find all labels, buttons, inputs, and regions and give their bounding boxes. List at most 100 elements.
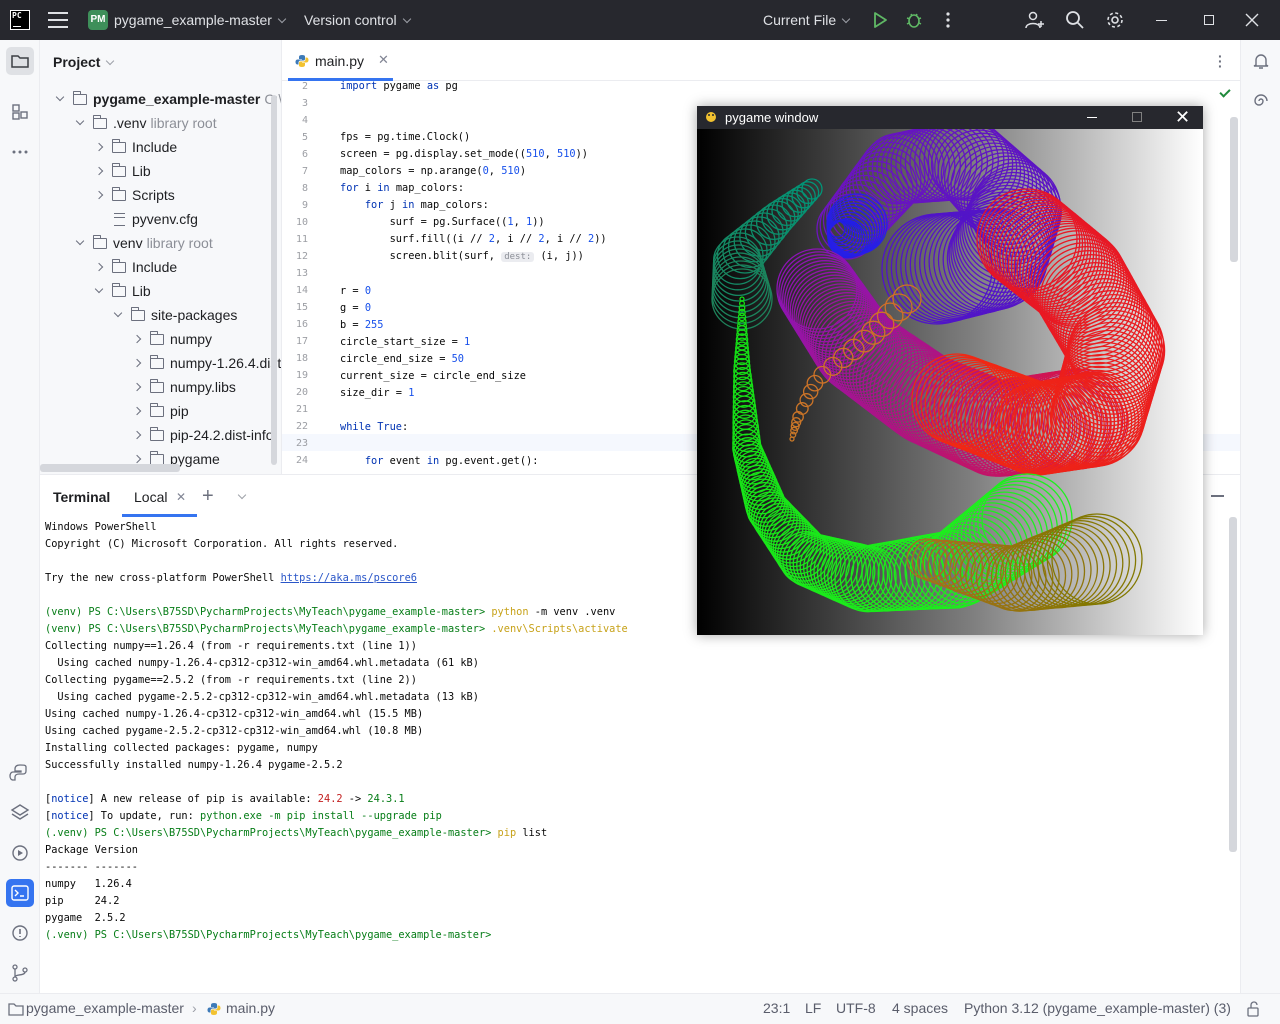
settings-gear-icon[interactable] bbox=[1105, 10, 1125, 30]
add-user-icon[interactable] bbox=[1025, 10, 1045, 30]
project-tool-button[interactable] bbox=[6, 47, 34, 75]
breadcrumb-file[interactable]: main.py bbox=[226, 1000, 275, 1016]
expand-arrow-icon[interactable] bbox=[75, 236, 85, 246]
tree-label: Lib bbox=[132, 163, 151, 179]
window-minimize-icon[interactable] bbox=[1087, 117, 1097, 118]
folder-icon bbox=[93, 114, 107, 129]
window-minimize-icon[interactable] bbox=[1156, 20, 1167, 21]
git-tool-button[interactable] bbox=[6, 959, 34, 987]
breadcrumb-project[interactable]: pygame_example-master bbox=[26, 1000, 184, 1016]
tree-label: pip bbox=[170, 403, 189, 419]
window-maximize-icon[interactable] bbox=[1132, 112, 1142, 122]
problems-icon bbox=[12, 925, 28, 941]
ai-assistant-spiral-icon[interactable] bbox=[1251, 91, 1271, 111]
run-config-selector[interactable]: Current File bbox=[763, 12, 851, 28]
project-badge-icon[interactable]: PM bbox=[88, 10, 108, 30]
expand-arrow-icon[interactable] bbox=[94, 284, 104, 294]
project-panel-header[interactable]: Project bbox=[53, 54, 115, 70]
window-close-icon[interactable]: ✕ bbox=[1175, 107, 1190, 128]
collapse-arrow-icon[interactable] bbox=[132, 358, 142, 368]
close-tab-icon[interactable]: ✕ bbox=[378, 52, 389, 68]
debug-icon[interactable] bbox=[904, 10, 924, 30]
main-menu-icon[interactable] bbox=[48, 12, 68, 28]
expand-arrow-icon[interactable] bbox=[75, 116, 85, 126]
window-restore-icon[interactable] bbox=[1204, 15, 1214, 25]
tree-row-numpy-libs[interactable]: numpy.libs bbox=[132, 375, 236, 399]
project-horizontal-scrollbar[interactable] bbox=[40, 464, 180, 472]
more-tools-button[interactable] bbox=[6, 138, 34, 166]
line-number: 10 bbox=[295, 217, 308, 228]
tree-row-include[interactable]: Include bbox=[94, 135, 178, 159]
line-number: 6 bbox=[301, 149, 308, 160]
collapse-arrow-icon[interactable] bbox=[132, 430, 142, 440]
project-selector[interactable]: pygame_example-master bbox=[114, 12, 287, 28]
more-options-icon[interactable] bbox=[938, 10, 958, 30]
tree-row-lib[interactable]: Lib bbox=[94, 159, 151, 183]
run-icon[interactable] bbox=[870, 10, 890, 30]
terminal-scrollbar[interactable] bbox=[1229, 517, 1237, 852]
terminal-output[interactable]: Windows PowerShell Copyright (C) Microso… bbox=[45, 519, 628, 944]
file-encoding[interactable]: UTF-8 bbox=[836, 1000, 876, 1016]
expand-arrow-icon[interactable] bbox=[55, 92, 65, 102]
collapse-arrow-icon[interactable] bbox=[94, 190, 104, 200]
pygame-canvas[interactable] bbox=[697, 129, 1203, 635]
structure-tool-button[interactable] bbox=[6, 98, 34, 126]
collapse-arrow-icon[interactable] bbox=[94, 142, 104, 152]
pycharm-logo-icon: PC bbox=[10, 10, 30, 30]
indent-setting[interactable]: 4 spaces bbox=[892, 1000, 948, 1016]
collapse-arrow-icon[interactable] bbox=[132, 406, 142, 416]
tree-row-pip-dist[interactable]: pip-24.2.dist-info bbox=[132, 423, 274, 447]
python-packages-button[interactable] bbox=[6, 759, 34, 787]
line-separator[interactable]: LF bbox=[805, 1000, 821, 1016]
editor-more-icon[interactable]: · · · bbox=[1218, 49, 1223, 73]
line-number: 19 bbox=[295, 370, 308, 381]
chevron-down-icon bbox=[402, 14, 411, 24]
tree-row-lib[interactable]: Lib bbox=[94, 279, 151, 303]
tree-label: Include bbox=[132, 139, 178, 155]
layers-tool-button[interactable] bbox=[6, 799, 34, 827]
cursor-position[interactable]: 23:1 bbox=[763, 1000, 790, 1016]
chevron-down-icon[interactable] bbox=[237, 490, 247, 500]
tree-row-scripts[interactable]: Scripts bbox=[94, 183, 175, 207]
terminal-command: python bbox=[491, 606, 529, 618]
tree-row-venv[interactable]: venv library root bbox=[75, 231, 213, 255]
pygame-window[interactable]: pygame window ✕ bbox=[697, 106, 1203, 635]
tree-row-pip[interactable]: pip bbox=[132, 399, 189, 423]
collapse-arrow-icon[interactable] bbox=[94, 166, 104, 176]
project-vertical-scrollbar[interactable] bbox=[271, 95, 277, 465]
tree-row-include[interactable]: Include bbox=[94, 255, 177, 279]
tab-local[interactable]: Local bbox=[134, 489, 167, 505]
notifications-bell-icon[interactable] bbox=[1251, 51, 1271, 71]
tree-row-site-packages[interactable]: site-packages bbox=[113, 303, 237, 327]
collapse-arrow-icon[interactable] bbox=[94, 262, 104, 272]
python-file-icon bbox=[207, 1003, 221, 1015]
tree-row-pyvenv[interactable]: pyvenv.cfg bbox=[114, 207, 198, 231]
tree-row-numpy[interactable]: numpy bbox=[132, 327, 212, 351]
pscore-link[interactable]: https://aka.ms/pscore6 bbox=[281, 572, 417, 584]
editor-scrollbar[interactable] bbox=[1230, 117, 1238, 262]
collapse-arrow-icon[interactable] bbox=[132, 382, 142, 392]
unlock-icon[interactable] bbox=[1246, 1001, 1260, 1017]
pygame-title-bar[interactable]: pygame window ✕ bbox=[697, 106, 1203, 129]
folder-icon bbox=[93, 234, 107, 249]
problems-tool-button[interactable] bbox=[6, 919, 34, 947]
folder-icon bbox=[150, 426, 164, 441]
vcs-menu[interactable]: Version control bbox=[304, 12, 411, 28]
collapse-arrow-icon[interactable] bbox=[132, 334, 142, 344]
expand-arrow-icon[interactable] bbox=[113, 308, 123, 318]
collapse-arrow-icon[interactable] bbox=[132, 454, 142, 464]
tree-row-root[interactable]: pygame_example-masterC:\U bbox=[55, 87, 281, 111]
tab-main-py[interactable]: main.py ✕ bbox=[288, 40, 393, 81]
no-problems-check-icon[interactable] bbox=[1219, 86, 1231, 98]
search-icon[interactable] bbox=[1065, 10, 1085, 30]
code-content[interactable]: import pygame as pg fps = pg.time.Clock(… bbox=[340, 78, 607, 470]
python-interpreter[interactable]: Python 3.12 (pygame_example-master) (3) bbox=[964, 1000, 1231, 1016]
window-close-icon[interactable] bbox=[1242, 10, 1262, 30]
hide-panel-icon[interactable] bbox=[1211, 495, 1224, 497]
services-tool-button[interactable] bbox=[6, 839, 34, 867]
tree-row-numpy-dist[interactable]: numpy-1.26.4.dist bbox=[132, 351, 281, 375]
tree-row-venv-dot[interactable]: .venv library root bbox=[75, 111, 217, 135]
close-tab-icon[interactable]: ✕ bbox=[176, 490, 186, 504]
new-terminal-plus-icon[interactable]: + bbox=[202, 485, 214, 508]
terminal-tool-button[interactable] bbox=[6, 879, 34, 907]
